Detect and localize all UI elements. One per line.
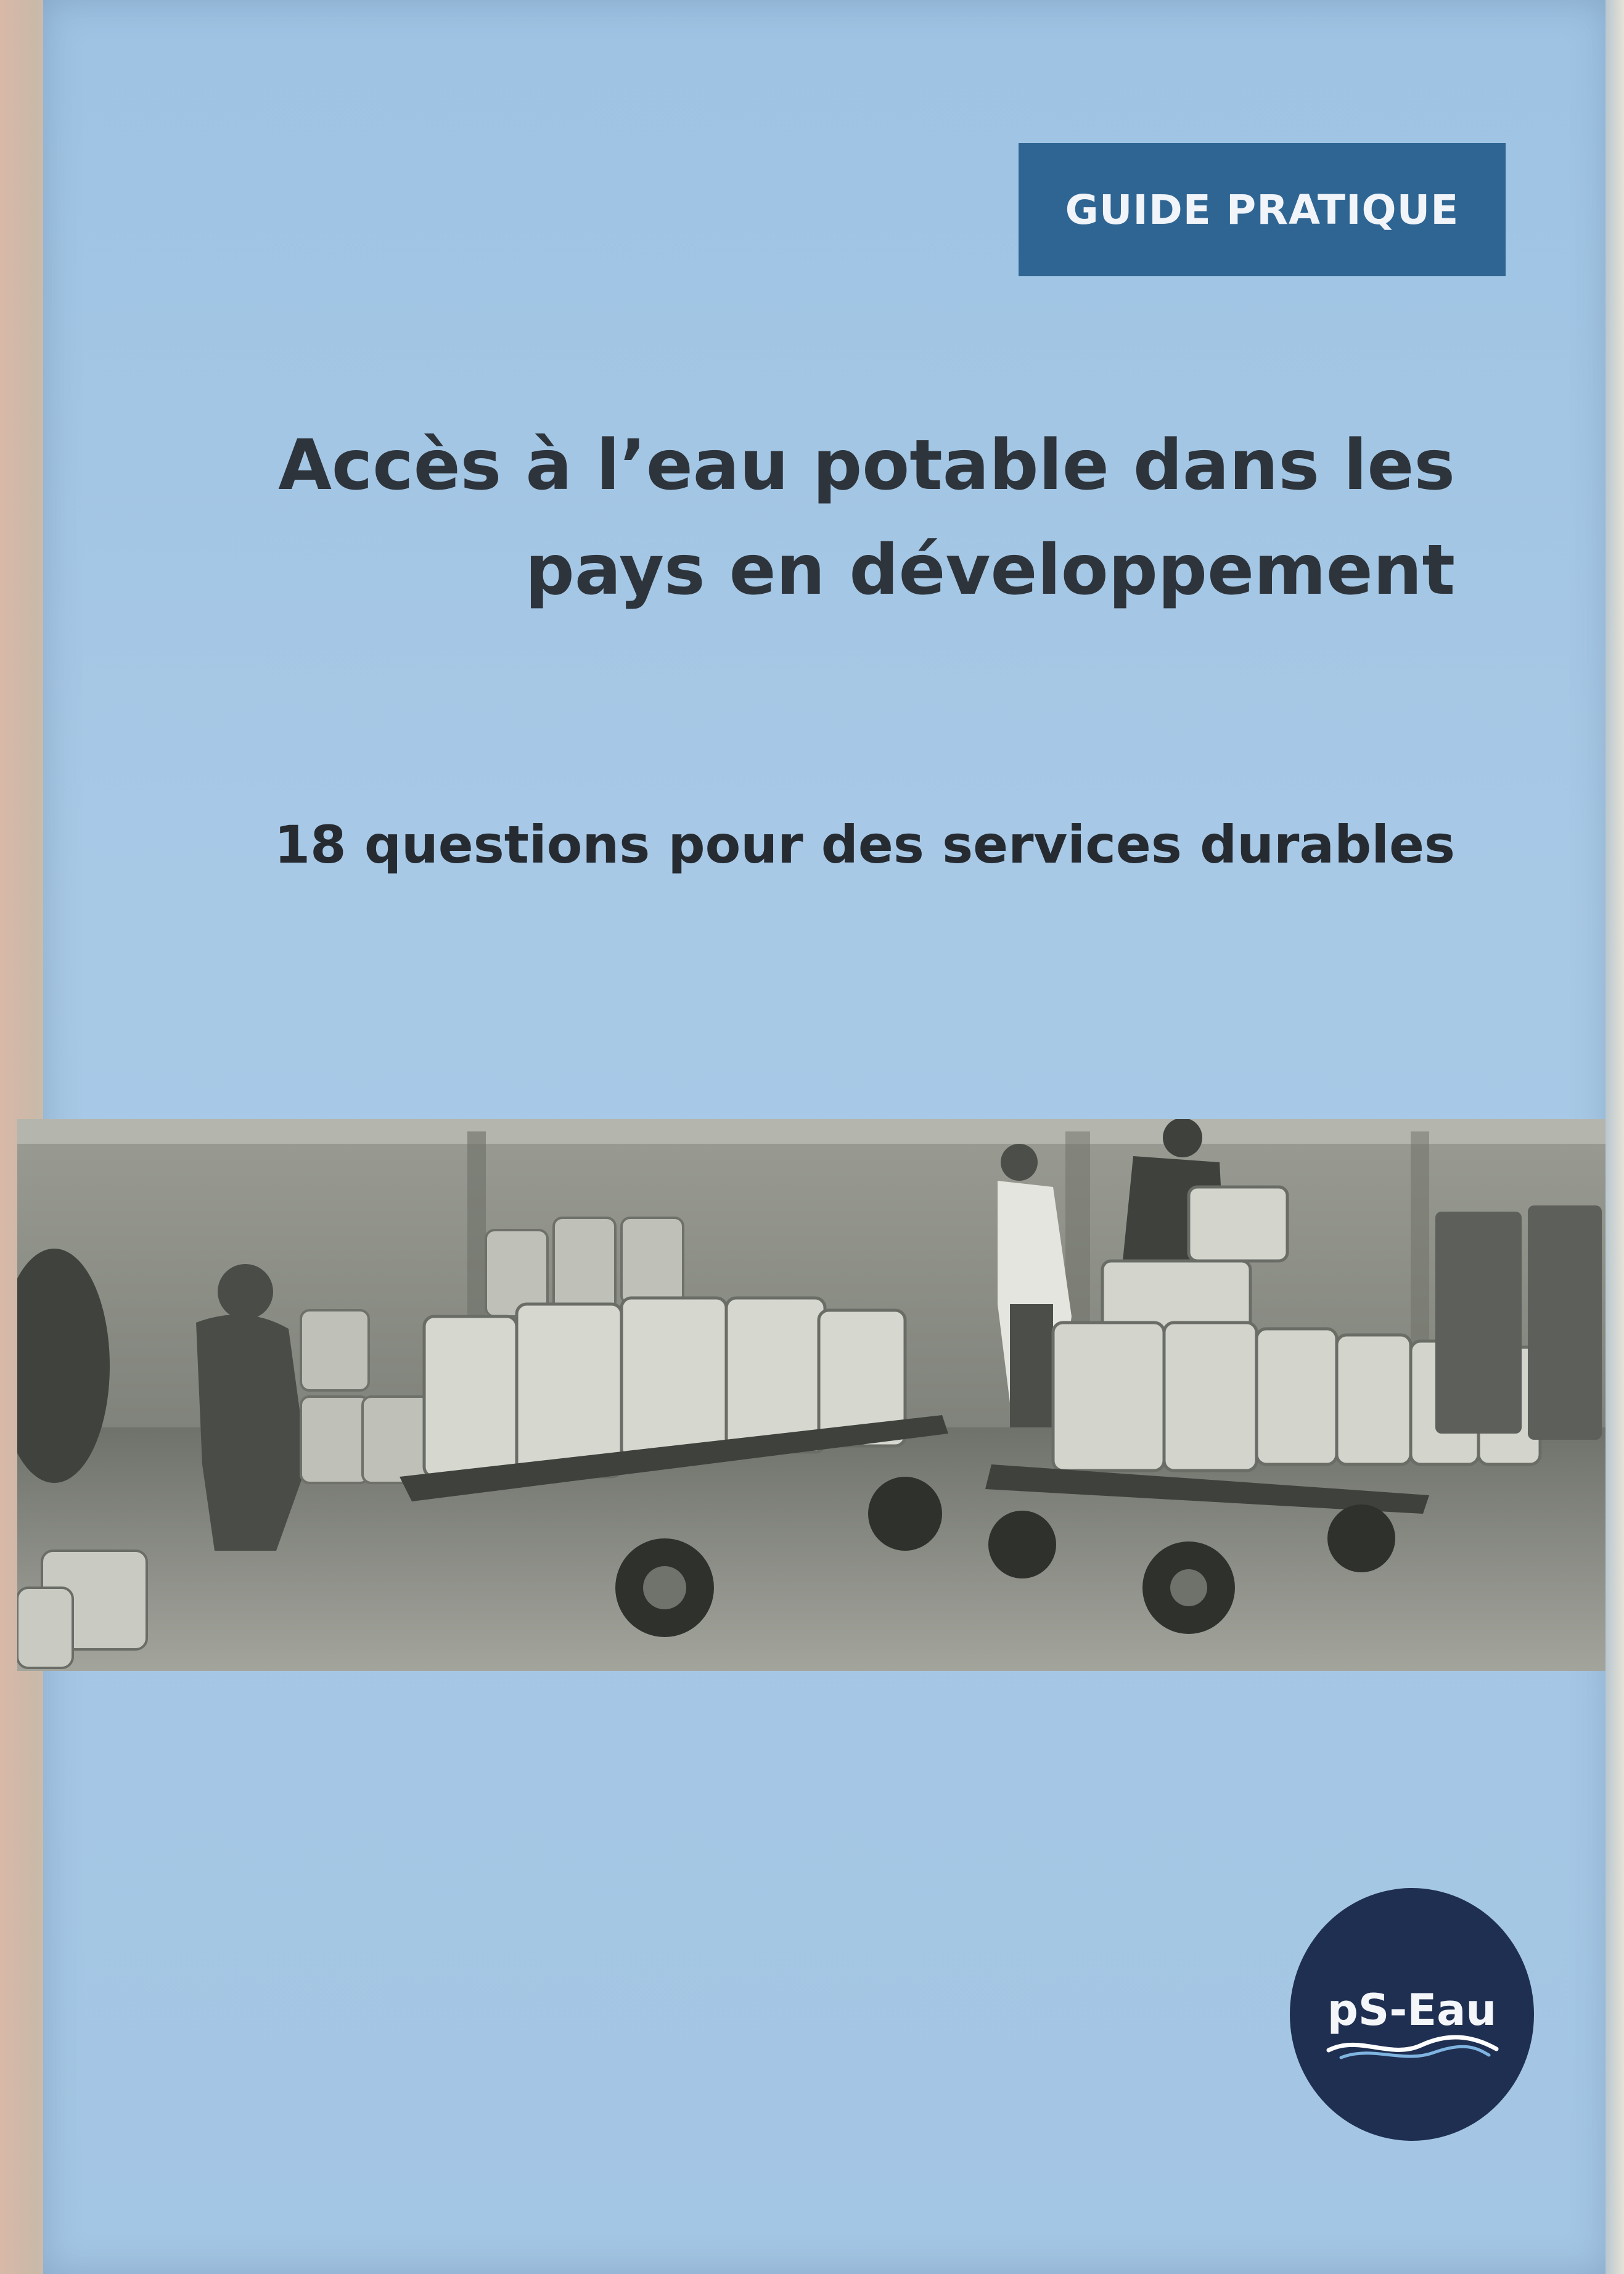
ps-eau-logo-icon: pS-Eau <box>1290 1888 1534 2141</box>
title-line-1: Accès à l’eau potable dans les <box>278 425 1455 506</box>
cover-photo <box>17 1119 1612 1671</box>
title-line-2: pays en développement <box>525 530 1455 610</box>
guide-type-badge: GUIDE PRATIQUE <box>1019 143 1506 276</box>
logo-text: pS-Eau <box>1327 1985 1497 2035</box>
badge-label: GUIDE PRATIQUE <box>1065 186 1459 234</box>
document-scene: GUIDE PRATIQUE Accès à l’eau potable dan… <box>0 0 1624 2274</box>
guide-title: Accès à l’eau potable dans les pays en d… <box>222 413 1455 623</box>
wave-icon <box>1326 2035 1499 2059</box>
page-edge <box>1606 0 1624 2274</box>
water-carts-photo <box>17 1119 1612 1671</box>
guide-subtitle: 18 questions pour des services durables <box>274 815 1455 875</box>
